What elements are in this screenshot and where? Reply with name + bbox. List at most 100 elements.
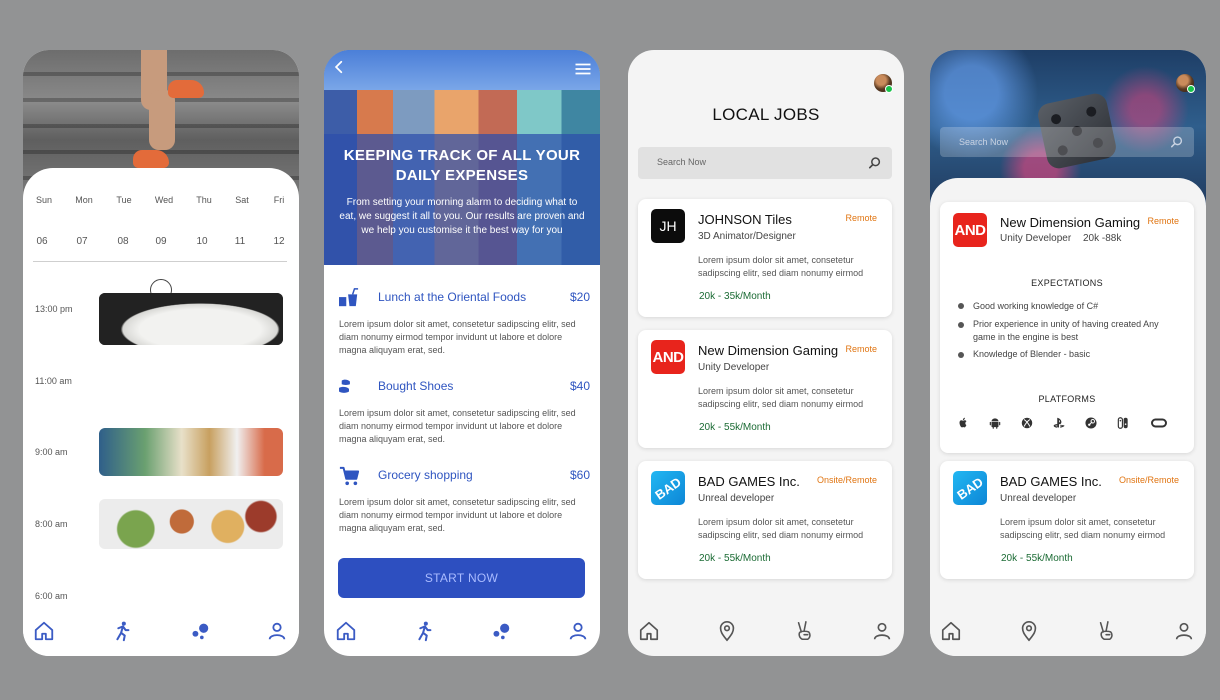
- job-description: Lorem ipsum dolor sit amet, consetetur s…: [698, 386, 864, 409]
- playstation-icon: [1053, 417, 1065, 428]
- bullet: [958, 352, 964, 358]
- shopping-cart-icon: [339, 466, 360, 486]
- expense-amount: $40: [569, 379, 590, 393]
- expectation-item: Prior experience in unity of having crea…: [973, 319, 1159, 342]
- company-logo: JH: [651, 209, 685, 243]
- job-detail-card[interactable]: AND New Dimension Gaming Unity Developer…: [940, 202, 1194, 453]
- profile-icon[interactable]: [1173, 620, 1195, 642]
- work-type-tag: Remote: [845, 213, 877, 223]
- salary: 20k - 55k/Month: [699, 553, 771, 564]
- search-input[interactable]: Search Now: [940, 127, 1194, 157]
- search-icon[interactable]: [868, 156, 882, 170]
- home-icon[interactable]: [335, 620, 357, 642]
- rice-bowl-image[interactable]: [99, 293, 283, 345]
- avatar[interactable]: [1176, 74, 1195, 93]
- home-icon[interactable]: [33, 620, 55, 642]
- search-input[interactable]: Search Now: [638, 147, 892, 179]
- search-icon[interactable]: [1170, 135, 1184, 149]
- search-placeholder: Search Now: [657, 157, 707, 167]
- steam-icon: [1085, 417, 1097, 429]
- date-item[interactable]: 07: [62, 236, 102, 247]
- apple-icon: [959, 417, 967, 428]
- date-item[interactable]: 11: [220, 236, 260, 247]
- start-now-button[interactable]: START NOW: [338, 558, 585, 598]
- date-item[interactable]: 10: [182, 236, 222, 247]
- hero-title: KEEPING TRACK OF ALL YOUR DAILY EXPENSES: [343, 147, 581, 184]
- location-pin-icon[interactable]: [716, 620, 738, 642]
- company-name: New Dimension Gaming: [698, 343, 839, 358]
- date-item[interactable]: 08: [103, 236, 143, 247]
- location-pin-icon[interactable]: [1018, 620, 1040, 642]
- job-card[interactable]: BAD BAD GAMES Inc. Unreal developer Onsi…: [638, 461, 892, 579]
- bottom-nav: [324, 610, 600, 656]
- job-card[interactable]: AND New Dimension Gaming Unity Developer…: [638, 330, 892, 448]
- job-role: Unreal developer: [698, 493, 775, 504]
- bottom-nav: [930, 610, 1206, 656]
- job-role: Unity Developer: [698, 362, 770, 373]
- expense-amount: $20: [569, 290, 590, 304]
- expense-amount: $60: [569, 468, 590, 482]
- job-card[interactable]: BAD BAD GAMES Inc. Unreal developer Onsi…: [940, 461, 1194, 579]
- profile-icon[interactable]: [567, 620, 589, 642]
- company-logo: BAD: [953, 471, 987, 505]
- peace-hand-icon[interactable]: [794, 620, 816, 642]
- expense-title: Grocery shopping: [378, 468, 473, 482]
- job-role: Unity Developer: [1000, 233, 1072, 244]
- bubbles-icon[interactable]: [189, 620, 211, 642]
- work-type-tag: Remote: [845, 344, 877, 354]
- avatar[interactable]: [874, 74, 893, 93]
- menu-icon[interactable]: [574, 62, 592, 76]
- colorful-buildings-hero: KEEPING TRACK OF ALL YOUR DAILY EXPENSES…: [324, 50, 600, 265]
- nintendo-switch-icon: [1117, 417, 1128, 429]
- expense-description: Lorem ipsum dolor sit amet, consetetur s…: [339, 408, 576, 444]
- bottom-nav: [628, 610, 904, 656]
- bullet: [958, 322, 964, 328]
- home-icon[interactable]: [940, 620, 962, 642]
- expectation-item: Knowledge of Blender - basic: [973, 349, 1091, 359]
- back-arrow-icon[interactable]: [332, 60, 346, 74]
- platforms-heading: PLATFORMS: [1038, 394, 1096, 404]
- expense-title: Bought Shoes: [378, 379, 454, 393]
- date-item[interactable]: 12: [259, 236, 299, 247]
- page-title: LOCAL JOBS: [712, 105, 820, 124]
- bubbles-icon[interactable]: [490, 620, 512, 642]
- date-item-selected[interactable]: 09: [141, 236, 181, 247]
- date-item[interactable]: 06: [23, 236, 62, 247]
- xbox-icon: [1021, 417, 1033, 429]
- salary-range: 20k -88k: [1083, 233, 1122, 244]
- job-description: Lorem ipsum dolor sit amet, consetetur s…: [698, 255, 864, 278]
- profile-icon[interactable]: [871, 620, 893, 642]
- job-card[interactable]: JH JOHNSON Tiles 3D Animator/Designer Re…: [638, 199, 892, 317]
- calendar-divider: [33, 261, 287, 262]
- time-label: 11:00 am: [35, 376, 72, 386]
- market-food-image[interactable]: [99, 428, 283, 476]
- home-icon[interactable]: [638, 620, 660, 642]
- peace-hand-icon[interactable]: [1096, 620, 1118, 642]
- profile-icon[interactable]: [266, 620, 288, 642]
- weekday-label: Thu: [196, 195, 212, 205]
- schedule-sheet: Sun Mon Tue Wed Thu Sat Fri 06 07 08 09 …: [23, 168, 299, 656]
- company-name: New Dimension Gaming: [1000, 215, 1141, 230]
- weekday-label: Sat: [235, 195, 249, 205]
- job-role: 3D Animator/Designer: [698, 231, 796, 242]
- weekday-label: Mon: [75, 195, 93, 205]
- company-logo: BAD: [651, 471, 685, 505]
- weekday-label: Sun: [35, 195, 52, 205]
- salary: 20k - 35k/Month: [699, 291, 771, 302]
- running-icon[interactable]: [413, 620, 435, 642]
- company-logo: AND: [953, 213, 987, 247]
- search-placeholder: Search Now: [959, 137, 1009, 147]
- running-icon[interactable]: [111, 620, 133, 642]
- job-description: Lorem ipsum dolor sit amet, consetetur s…: [1000, 517, 1166, 540]
- local-jobs-screen: LOCAL JOBS Search Now JH JOHNSON Tiles 3…: [628, 50, 904, 656]
- android-icon: [989, 418, 1001, 429]
- drink-icon: [339, 288, 359, 307]
- work-type-tag: Remote: [1147, 216, 1179, 226]
- breakfast-bowls-image[interactable]: [99, 499, 283, 549]
- time-label: 13:00 pm: [35, 304, 73, 314]
- oculus-icon: [1151, 418, 1167, 428]
- job-detail-screen: Search Now AND New Dimension Gaming Unit…: [930, 50, 1206, 656]
- company-name: JOHNSON Tiles: [698, 212, 792, 227]
- salary: 20k - 55k/Month: [699, 422, 771, 433]
- expense-description: Lorem ipsum dolor sit amet, consetetur s…: [339, 319, 576, 355]
